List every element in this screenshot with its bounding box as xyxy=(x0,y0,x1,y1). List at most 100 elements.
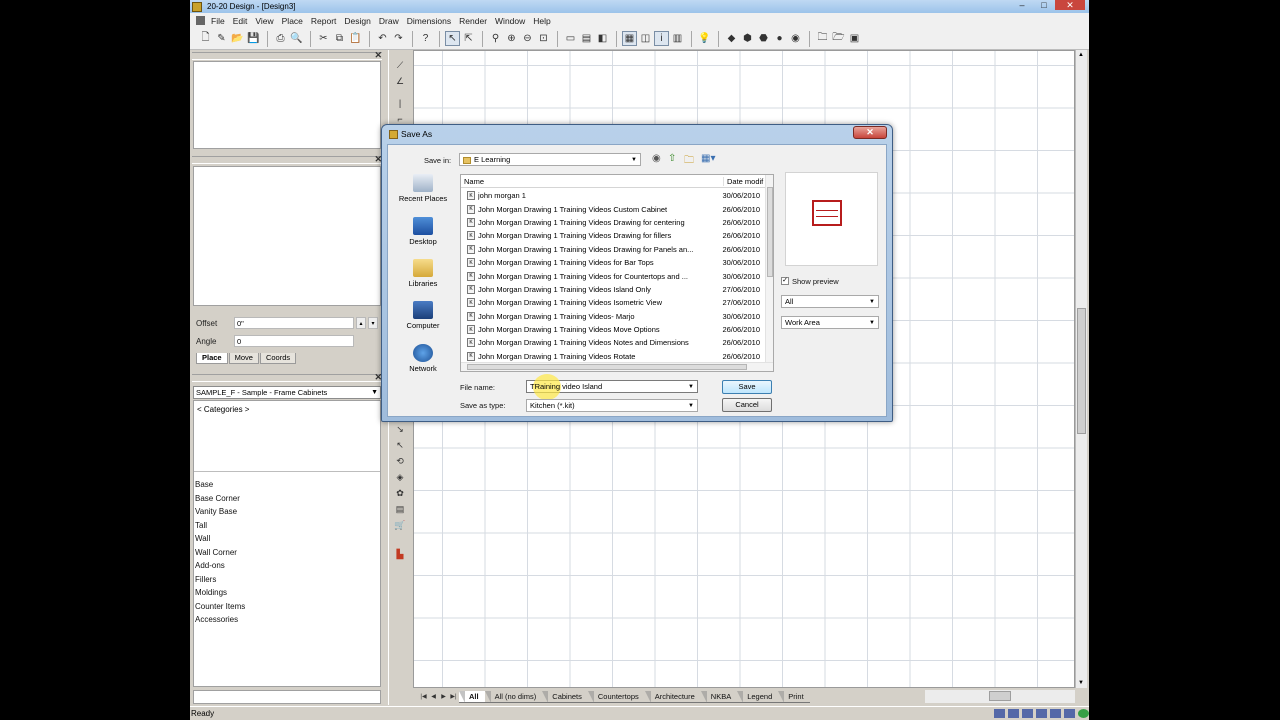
chevron-down-icon[interactable]: ▼ xyxy=(688,401,694,412)
up-folder-icon[interactable]: ⇧ xyxy=(668,153,676,164)
close-pane-icon[interactable]: ✕ xyxy=(374,50,382,61)
list-item[interactable]: Add-ons xyxy=(195,559,245,573)
next-tab-icon[interactable]: ▶ xyxy=(439,692,448,702)
draw-wall-icon[interactable]: ∠ xyxy=(393,74,407,88)
filter-all-select[interactable]: All ▼ xyxy=(781,295,879,308)
camera-icon[interactable]: ◉ xyxy=(788,31,803,46)
library-icon[interactable]: ▣ xyxy=(847,31,862,46)
tab-print[interactable]: Print xyxy=(778,690,810,703)
place-recent[interactable]: Recent Places xyxy=(392,174,454,203)
tab-move[interactable]: Move xyxy=(228,353,259,364)
cut-icon[interactable]: ✂ xyxy=(316,31,331,46)
tab-nkba[interactable]: NKBA xyxy=(700,690,738,703)
menu-view[interactable]: View xyxy=(251,16,277,26)
scrollbar-thumb[interactable] xyxy=(467,364,747,370)
back-icon[interactable]: ◉ xyxy=(652,153,661,164)
offset-spinner[interactable]: ▴ xyxy=(356,317,366,329)
place-libraries[interactable]: Libraries xyxy=(392,259,454,288)
tab-countertops[interactable]: Countertops xyxy=(587,690,645,703)
offset-field[interactable]: 0" xyxy=(234,317,354,329)
rendering-icon[interactable]: ● xyxy=(772,31,787,46)
dialog-close-button[interactable]: ✕ xyxy=(853,126,887,139)
lasso-icon[interactable]: ⟲ xyxy=(393,454,407,468)
print-preview-icon[interactable]: 🔍 xyxy=(289,31,304,46)
minimize-button[interactable]: – xyxy=(1011,0,1033,10)
offset-lock-icon[interactable]: ▾ xyxy=(368,317,378,329)
menu-help[interactable]: Help xyxy=(529,16,554,26)
perspective-icon[interactable]: ◆ xyxy=(724,31,739,46)
menu-dimensions[interactable]: Dimensions xyxy=(403,16,455,26)
file-row[interactable]: K John Morgan Drawing 1 Training Videos I… xyxy=(461,283,766,296)
save-icon[interactable]: 💾 xyxy=(246,31,261,46)
list-item[interactable]: Fillers xyxy=(195,573,245,587)
redo-icon[interactable]: ↷ xyxy=(391,31,406,46)
column-date[interactable]: Date modif xyxy=(723,177,763,186)
vertical-line-icon[interactable]: | xyxy=(393,96,407,110)
menu-render[interactable]: Render xyxy=(455,16,491,26)
last-tab-icon[interactable]: ▶| xyxy=(449,692,458,702)
menu-report[interactable]: Report xyxy=(307,16,341,26)
grid-icon[interactable]: ▦ xyxy=(622,31,637,46)
file-row[interactable]: Kjohn morgan 1 30/06/2010 xyxy=(461,189,766,202)
column-name[interactable]: Name xyxy=(464,177,484,186)
table-icon[interactable]: ▥ xyxy=(670,31,685,46)
file-row[interactable]: K John Morgan Drawing 1 Training Videos D… xyxy=(461,216,766,229)
list-item[interactable]: Wall Corner xyxy=(195,546,245,560)
draw-line-icon[interactable]: ⟋ xyxy=(393,58,407,72)
zoom-in-icon[interactable]: ⊕ xyxy=(504,31,519,46)
paste-icon[interactable]: 📋 xyxy=(348,31,363,46)
menu-place[interactable]: Place xyxy=(278,16,307,26)
menu-edit[interactable]: Edit xyxy=(229,16,252,26)
select-icon[interactable]: ↖ xyxy=(445,31,460,46)
arrow-tool-icon[interactable]: ↘ xyxy=(393,422,407,436)
help-pointer-icon[interactable]: ? xyxy=(418,31,433,46)
list-item[interactable]: Wall xyxy=(195,532,245,546)
list-item[interactable]: Vanity Base xyxy=(195,505,245,519)
scroll-up-icon[interactable]: ▲ xyxy=(1078,52,1084,58)
zoom-out-icon[interactable]: ⊖ xyxy=(520,31,535,46)
list-item[interactable]: Tall xyxy=(195,519,245,533)
select-multi-icon[interactable]: ⇱ xyxy=(461,31,476,46)
first-tab-icon[interactable]: |◀ xyxy=(419,692,428,702)
folder-icon[interactable]: 🗀 xyxy=(815,31,830,46)
catalog-select[interactable]: SAMPLE_F - Sample - Frame Cabinets ▼ xyxy=(193,386,381,399)
canvas-vertical-scrollbar[interactable]: ▲ ▼ xyxy=(1075,50,1087,688)
chevron-down-icon[interactable]: ▼ xyxy=(869,318,875,329)
cube-icon[interactable]: ⬢ xyxy=(740,31,755,46)
prev-tab-icon[interactable]: ◀ xyxy=(429,692,438,702)
file-list-vertical-scrollbar[interactable] xyxy=(765,175,773,363)
catalog-icon[interactable]: 🗁 xyxy=(831,31,846,46)
tab-coords[interactable]: Coords xyxy=(259,353,297,364)
info-icon[interactable]: i xyxy=(654,31,669,46)
cancel-button[interactable]: Cancel xyxy=(722,398,772,412)
scrollbar-thumb[interactable] xyxy=(1077,308,1086,434)
file-row[interactable]: K John Morgan Drawing 1 Training Videos f… xyxy=(461,256,766,269)
save-button[interactable]: Save xyxy=(722,380,772,394)
tab-cabinets[interactable]: Cabinets xyxy=(542,690,588,703)
chevron-down-icon[interactable]: ▼ xyxy=(688,382,694,393)
file-row[interactable]: K John Morgan Drawing 1 Training Videos- … xyxy=(461,310,766,323)
scrollbar-thumb[interactable] xyxy=(767,187,773,277)
view-menu-icon[interactable]: ▦▾ xyxy=(701,153,715,164)
scrollbar-thumb[interactable] xyxy=(989,691,1011,701)
place-desktop[interactable]: Desktop xyxy=(392,217,454,246)
elevation-icon[interactable]: ▤ xyxy=(579,31,594,46)
angle-field[interactable]: 0 xyxy=(234,335,354,347)
show-preview-checkbox[interactable]: ✓ xyxy=(781,277,789,285)
canvas-horizontal-scrollbar[interactable] xyxy=(925,690,1075,703)
menu-window[interactable]: Window xyxy=(491,16,529,26)
new-wizard-icon[interactable]: ✎ xyxy=(214,31,229,46)
place-network[interactable]: Network xyxy=(392,344,454,373)
file-name-input[interactable]: TRaining video Island ▼ xyxy=(526,374,698,400)
tag-icon[interactable]: ◈ xyxy=(393,470,407,484)
document-icon[interactable] xyxy=(196,16,205,25)
menu-file[interactable]: File xyxy=(207,16,229,26)
file-row[interactable]: K John Morgan Drawing 1 Training Videos D… xyxy=(461,229,766,242)
file-row[interactable]: K John Morgan Drawing 1 Training Videos N… xyxy=(461,336,766,349)
snap-icon[interactable]: ◫ xyxy=(638,31,653,46)
plan-view-icon[interactable]: ▭ xyxy=(563,31,578,46)
zoom-icon[interactable]: ⚲ xyxy=(488,31,503,46)
tab-place[interactable]: Place xyxy=(196,353,228,364)
list-item[interactable]: Accessories xyxy=(195,613,245,627)
tab-architecture[interactable]: Architecture xyxy=(644,690,701,703)
